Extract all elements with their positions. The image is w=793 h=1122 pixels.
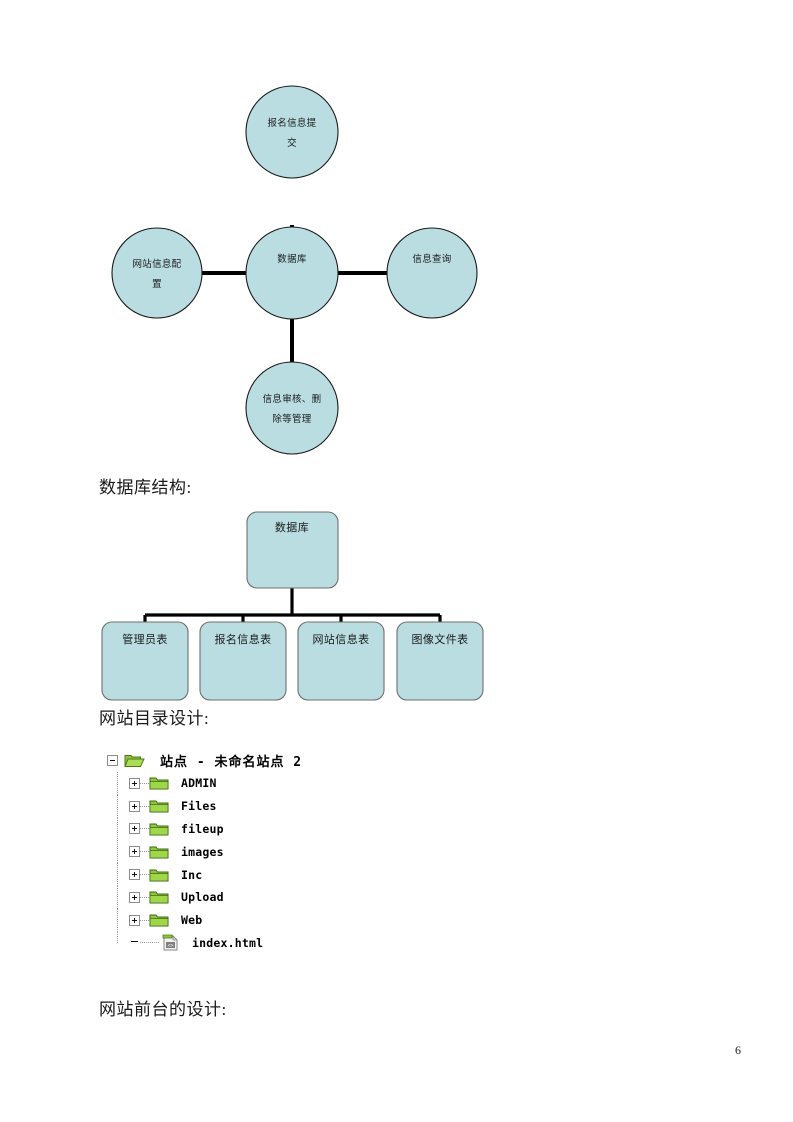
tree-row-upload[interactable]: Upload bbox=[107, 885, 447, 909]
heading-frontend-design: 网站前台的设计: bbox=[99, 1000, 227, 1019]
node-top-label-line1: 报名信息提 bbox=[267, 117, 316, 129]
tree-connector bbox=[140, 874, 149, 876]
tree-row-files[interactable]: Files bbox=[107, 794, 447, 818]
tree-root-label: 站点 - 未命名站点 2 bbox=[160, 754, 303, 770]
heading-site-directory: 网站目录设计: bbox=[99, 709, 210, 728]
structure-child-label: 报名信息表 bbox=[215, 632, 272, 646]
tree-item-label: Web bbox=[181, 913, 203, 928]
folder-icon bbox=[149, 798, 171, 815]
tree-connector bbox=[140, 828, 149, 830]
tree-row-admin[interactable]: ADMIN bbox=[107, 772, 447, 795]
tree-connector bbox=[140, 942, 160, 944]
folder-open-icon bbox=[124, 752, 146, 769]
html-file-icon: <> bbox=[160, 934, 182, 951]
tree-connector bbox=[140, 851, 149, 853]
expander-plus-icon[interactable] bbox=[129, 823, 140, 835]
folder-icon bbox=[149, 866, 171, 883]
structure-child-box: 管理员表 bbox=[101, 621, 189, 701]
folder-icon bbox=[149, 820, 171, 837]
folder-icon bbox=[149, 889, 171, 906]
tree-connector bbox=[140, 782, 149, 784]
structure-child-label: 管理员表 bbox=[122, 632, 168, 646]
node-left-label-line2: 置 bbox=[152, 279, 162, 290]
tree-row-web[interactable]: Web bbox=[107, 908, 447, 932]
node-bottom: 信息审核、删 除等管理 bbox=[245, 361, 339, 455]
structure-child-label: 图像文件表 bbox=[412, 632, 469, 646]
expander-plus-icon[interactable] bbox=[129, 777, 140, 789]
node-center-database: 数据库 bbox=[245, 226, 339, 320]
tree-item-label: Upload bbox=[181, 890, 224, 905]
node-right: 信息查询 bbox=[386, 227, 478, 319]
node-left-label-line1: 网站信息配 bbox=[132, 258, 181, 270]
tree-row-root[interactable]: 站点 - 未命名站点 2 bbox=[107, 748, 447, 772]
node-left: 网站信息配 置 bbox=[111, 227, 203, 319]
expander-plus-icon[interactable] bbox=[129, 869, 140, 881]
structure-root-label: 数据库 bbox=[275, 520, 309, 534]
tree-item-label: ADMIN bbox=[181, 776, 217, 791]
expander-plus-icon[interactable] bbox=[129, 914, 140, 926]
node-bottom-label-line2: 除等管理 bbox=[272, 413, 311, 425]
node-bottom-label-line1: 信息审核、删 bbox=[263, 393, 322, 405]
folder-icon bbox=[149, 912, 171, 929]
expander-minus-icon[interactable] bbox=[107, 754, 118, 766]
folder-icon bbox=[149, 843, 171, 860]
tree-item-label: index.html bbox=[192, 935, 264, 950]
expander-none-placeholder bbox=[129, 937, 140, 948]
structure-child-box: 网站信息表 bbox=[297, 621, 385, 701]
node-top: 报名信息提 交 bbox=[245, 85, 339, 179]
database-structure-diagram: 数据库 管理员表 报名信息表 网站信息表 图像文件表 bbox=[95, 505, 500, 705]
node-center-label: 数据库 bbox=[277, 253, 307, 265]
node-right-label-line1: 信息查询 bbox=[412, 253, 451, 265]
page-number: 6 bbox=[735, 1043, 741, 1057]
site-folder-tree: 站点 - 未命名站点 2 ADMIN Files fileup images I… bbox=[107, 748, 447, 954]
expander-plus-icon[interactable] bbox=[129, 800, 140, 812]
tree-row-index-html[interactable]: <> index.html bbox=[107, 931, 447, 955]
structure-child-box: 报名信息表 bbox=[199, 621, 287, 701]
heading-db-structure: 数据库结构: bbox=[99, 478, 192, 497]
circle-relationship-diagram: 报名信息提 交 网站信息配 置 数据库 信息查询 信息审核、删 除等管理 bbox=[100, 80, 500, 465]
tree-connector bbox=[140, 919, 149, 921]
structure-child-box: 图像文件表 bbox=[396, 621, 484, 701]
structure-child-label: 网站信息表 bbox=[313, 632, 370, 646]
tree-connector bbox=[140, 896, 149, 898]
structure-connectors bbox=[143, 588, 442, 622]
tree-row-fileup[interactable]: fileup bbox=[107, 817, 447, 841]
tree-item-label: fileup bbox=[181, 821, 224, 836]
folder-icon bbox=[149, 775, 171, 792]
expander-plus-icon[interactable] bbox=[129, 846, 140, 858]
tree-item-label: Inc bbox=[181, 867, 203, 882]
tree-connector bbox=[140, 805, 149, 807]
svg-text:<>: <> bbox=[167, 943, 173, 949]
tree-row-inc[interactable]: Inc bbox=[107, 863, 447, 886]
tree-item-label: Files bbox=[181, 799, 217, 814]
expander-plus-icon[interactable] bbox=[129, 891, 140, 903]
tree-row-images[interactable]: images bbox=[107, 840, 447, 864]
document-page: 报名信息提 交 网站信息配 置 数据库 信息查询 信息审核、删 除等管理 数据库… bbox=[0, 0, 793, 1122]
tree-item-label: images bbox=[181, 844, 224, 859]
structure-root-box: 数据库 bbox=[246, 511, 339, 589]
node-top-label-line2: 交 bbox=[287, 137, 297, 149]
